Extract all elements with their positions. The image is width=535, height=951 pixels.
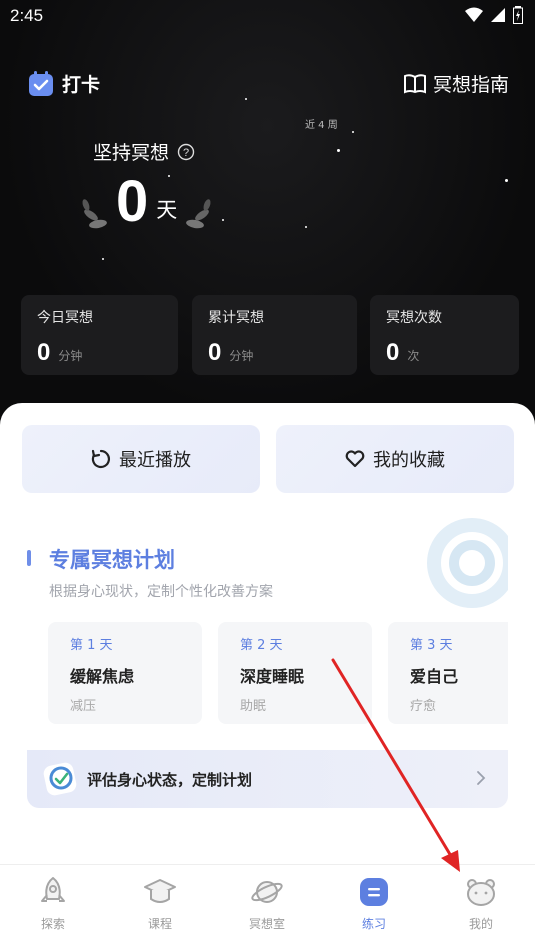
app-screen: 2:45 打卡 冥想指南 近 4 周 坚持冥想 ? 0 天 今日冥想 0 分钟 … xyxy=(0,0,535,951)
tab-label: 冥想室 xyxy=(248,917,285,931)
checkin-button[interactable]: 打卡 xyxy=(28,70,100,97)
streak-days-value: 0 xyxy=(116,169,149,234)
calendar-check-icon xyxy=(29,70,53,96)
tab-label: 练习 xyxy=(361,917,386,931)
day-number: 第 2 天 xyxy=(240,638,283,653)
guide-label: 冥想指南 xyxy=(432,74,509,96)
swirl-decoration-icon xyxy=(427,518,508,608)
plan-day-card[interactable]: 第 3 天 爱自己 疗愈 xyxy=(388,622,508,724)
recent-play-button[interactable]: 最近播放 xyxy=(22,425,260,493)
plan-day-card[interactable]: 第 1 天 缓解焦虑 减压 xyxy=(48,622,202,724)
bear-face-icon xyxy=(467,879,495,906)
tab-practice[interactable]: 练习 xyxy=(334,875,414,932)
persist-label: 坚持冥想 xyxy=(93,142,170,164)
stat-unit: 分钟 xyxy=(58,349,83,363)
day-tag: 助眠 xyxy=(240,699,267,714)
hero-area: 2:45 打卡 冥想指南 近 4 周 坚持冥想 ? 0 天 今日冥想 0 分钟 … xyxy=(0,0,535,420)
wifi-icon xyxy=(465,7,483,22)
tab-explore[interactable]: 探索 xyxy=(13,875,93,932)
plan-accent-bar xyxy=(27,550,31,566)
tab-meditation-room[interactable]: 冥想室 xyxy=(227,875,307,932)
stat-value: 0 xyxy=(208,339,222,366)
stat-card-total: 累计冥想 0 分钟 xyxy=(192,295,357,375)
persist-heading: 坚持冥想 ? xyxy=(93,138,195,165)
stat-unit: 分钟 xyxy=(229,349,254,363)
day-name: 爱自己 xyxy=(410,667,459,686)
stat-title: 冥想次数 xyxy=(386,310,442,326)
streak-days: 0 天 xyxy=(78,172,215,232)
assess-button[interactable]: 评估身心状态，定制计划 xyxy=(27,750,508,808)
tab-label: 探索 xyxy=(40,917,65,931)
stat-title: 累计冥想 xyxy=(208,310,264,326)
plan-subtitle: 根据身心现状，定制个性化改善方案 xyxy=(49,584,273,600)
tab-profile[interactable]: 我的 xyxy=(441,875,521,932)
status-bar: 2:45 xyxy=(0,0,535,32)
chevron-right-icon xyxy=(477,771,486,785)
help-icon[interactable]: ? xyxy=(177,143,195,161)
day-number: 第 1 天 xyxy=(70,638,113,653)
stat-card-count: 冥想次数 0 次 xyxy=(370,295,519,375)
day-tag: 减压 xyxy=(70,699,97,714)
laurel-right-icon xyxy=(186,199,211,229)
rocket-icon xyxy=(41,877,65,902)
compass-badge-icon xyxy=(43,762,77,796)
plan-title: 专属冥想计划 xyxy=(49,548,175,572)
bottom-tab-bar: 探索 课程 冥想室 练习 我的 xyxy=(0,864,535,951)
history-icon xyxy=(91,449,110,469)
day-number: 第 3 天 xyxy=(410,638,453,653)
streak-days-unit: 天 xyxy=(156,198,178,222)
day-tag: 疗愈 xyxy=(410,699,437,714)
stat-value: 0 xyxy=(386,339,400,366)
stat-unit: 次 xyxy=(407,349,420,363)
weeks-label: 近 4 周 xyxy=(305,120,338,131)
meditation-guide-button[interactable]: 冥想指南 xyxy=(403,70,509,97)
plan-day-card[interactable]: 第 2 天 深度睡眠 助眠 xyxy=(218,622,372,724)
favorites-label: 我的收藏 xyxy=(373,450,445,471)
laurel-left-icon xyxy=(82,199,107,229)
recent-play-label: 最近播放 xyxy=(119,450,191,471)
stat-card-today: 今日冥想 0 分钟 xyxy=(21,295,178,375)
svg-text:?: ? xyxy=(183,147,189,159)
checkin-label: 打卡 xyxy=(62,74,101,96)
tab-label: 我的 xyxy=(468,917,493,931)
day-name: 深度睡眠 xyxy=(240,667,305,686)
graduation-cap-icon xyxy=(144,879,176,903)
book-icon xyxy=(403,73,426,93)
practice-icon xyxy=(360,878,388,906)
heart-icon xyxy=(345,450,365,468)
assess-label: 评估身心状态，定制计划 xyxy=(87,770,253,789)
my-favorites-button[interactable]: 我的收藏 xyxy=(276,425,514,493)
stat-value: 0 xyxy=(37,339,51,366)
tab-courses[interactable]: 课程 xyxy=(120,875,200,932)
stat-title: 今日冥想 xyxy=(37,310,93,326)
status-time: 2:45 xyxy=(10,6,44,25)
tab-label: 课程 xyxy=(147,917,172,931)
meditation-plan-card[interactable]: 专属冥想计划 根据身心现状，定制个性化改善方案 第 1 天 缓解焦虑 减压 第 … xyxy=(27,518,508,810)
day-name: 缓解焦虑 xyxy=(70,667,135,686)
planet-icon xyxy=(251,881,283,903)
battery-icon xyxy=(513,6,523,24)
signal-icon xyxy=(491,8,505,22)
